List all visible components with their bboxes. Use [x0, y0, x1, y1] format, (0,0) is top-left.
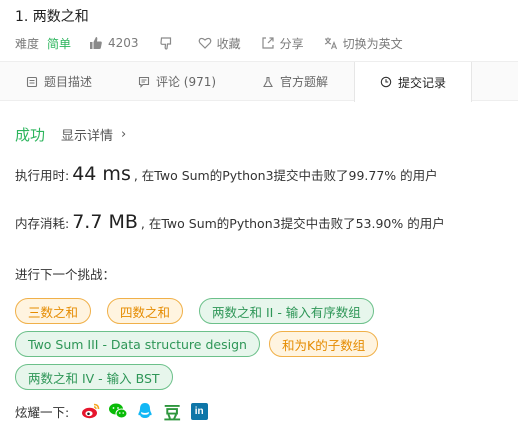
memory-value: 7.7 MB — [72, 211, 138, 233]
like-count: 4203 — [108, 36, 139, 50]
challenge-tag[interactable]: Two Sum III - Data structure design — [15, 331, 260, 357]
thumbs-down-icon — [159, 37, 171, 50]
weibo-icon[interactable] — [81, 401, 101, 421]
tab-submissions[interactable]: 提交记录 — [354, 62, 472, 102]
difficulty-label: 难度 — [15, 36, 40, 51]
tab-comments[interactable]: 评论 (971) — [118, 62, 236, 101]
tab-label: 提交记录 — [397, 75, 446, 90]
comment-icon — [138, 76, 150, 88]
translate-icon — [324, 37, 337, 50]
tab-solutions[interactable]: 官方题解 — [236, 62, 354, 101]
heart-icon — [198, 37, 211, 49]
share-bar: 炫耀一下: 豆 in — [15, 401, 216, 424]
runtime-percentile: , 在Two Sum的Python3提交中击败了99.77% 的用户 — [133, 168, 438, 183]
memory-stat: 内存消耗: 7.7 MB, 在Two Sum的Python3提交中击败了53.90… — [15, 211, 445, 233]
runtime-label: 执行用时: — [15, 168, 70, 183]
problem-title: 1. 两数之和 — [15, 9, 89, 25]
share-label: 分享 — [279, 36, 304, 51]
challenge-tag[interactable]: 两数之和 IV - 输入 BST — [15, 364, 173, 390]
share-button[interactable]: 分享 — [261, 35, 304, 52]
memory-percentile: , 在Two Sum的Python3提交中击败了53.90% 的用户 — [140, 216, 445, 231]
memory-label: 内存消耗: — [15, 216, 70, 231]
switch-language-button[interactable]: 切换为英文 — [324, 35, 403, 52]
thumbs-up-icon — [90, 37, 102, 49]
dislike-button[interactable] — [159, 36, 178, 50]
tab-bar: 题目描述 评论 (971) 官方题解 提交记录 — [0, 61, 518, 102]
share-bar-label: 炫耀一下: — [15, 404, 70, 420]
share-icon — [261, 37, 274, 49]
qq-icon[interactable] — [135, 401, 155, 421]
switch-language-label: 切换为英文 — [342, 36, 403, 51]
douban-icon[interactable]: 豆 — [162, 401, 182, 424]
challenge-tag[interactable]: 三数之和 — [15, 298, 92, 324]
tab-label: 官方题解 — [279, 75, 328, 89]
status-success: 成功 — [15, 126, 46, 144]
submission-status: 成功 显示详情 › — [15, 124, 126, 145]
tab-description[interactable]: 题目描述 — [0, 62, 118, 101]
favorite-button[interactable]: 收藏 — [198, 35, 241, 52]
wechat-icon[interactable] — [108, 401, 128, 421]
flask-icon — [263, 76, 273, 87]
difficulty-value: 简单 — [47, 36, 72, 51]
challenge-tag[interactable]: 四数之和 — [107, 298, 184, 324]
linkedin-icon[interactable]: in — [189, 401, 209, 421]
like-button[interactable]: 4203 — [89, 36, 139, 50]
runtime-value: 44 ms — [72, 163, 131, 185]
show-details-link[interactable]: 显示详情 — [61, 125, 113, 144]
runtime-stat: 执行用时: 44 ms, 在Two Sum的Python3提交中击败了99.77%… — [15, 163, 438, 185]
tab-label: 评论 (971) — [155, 75, 217, 89]
tab-label: 题目描述 — [43, 75, 92, 89]
document-icon — [26, 76, 38, 87]
favorite-label: 收藏 — [216, 36, 241, 51]
next-challenge-label: 进行下一个挑战： — [15, 267, 116, 282]
chevron-right-icon[interactable]: › — [121, 127, 126, 142]
challenge-tag[interactable]: 两数之和 II - 输入有序数组 — [199, 298, 374, 324]
challenge-tag[interactable]: 和为K的子数组 — [269, 331, 379, 357]
clock-icon — [380, 76, 392, 88]
problem-meta-bar: 难度 简单 4203 收藏 分享 切换为英文 — [15, 34, 423, 52]
